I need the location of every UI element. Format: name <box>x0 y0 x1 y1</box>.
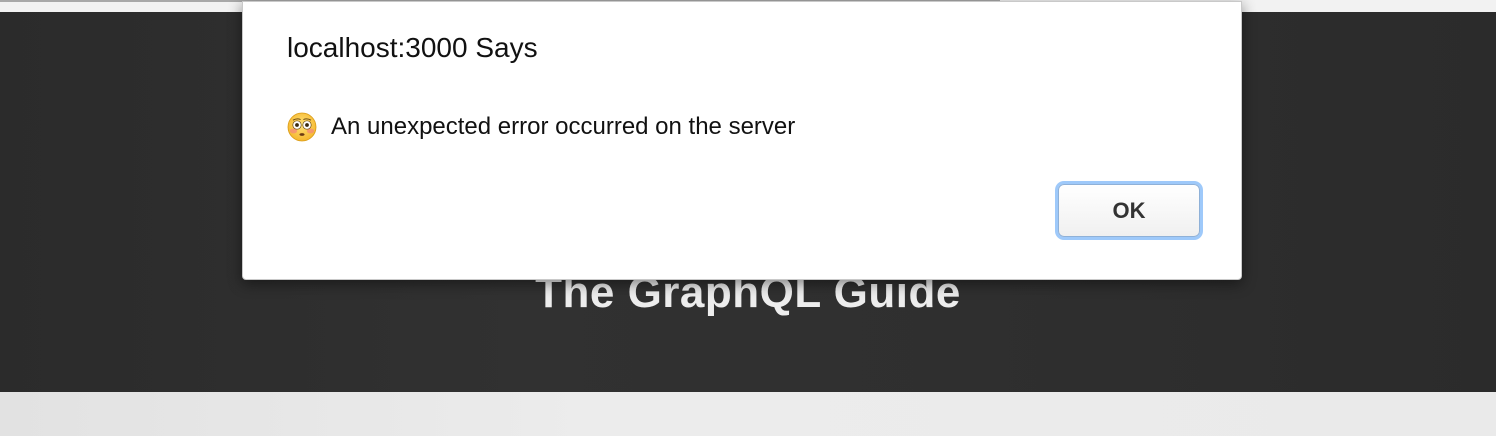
dialog-message-text: An unexpected error occurred on the serv… <box>331 113 796 140</box>
page-content-area <box>0 392 1496 436</box>
flushed-face-icon <box>287 112 317 142</box>
ok-button[interactable]: OK <box>1058 184 1200 237</box>
alert-dialog: localhost:3000 Says An unexpected error … <box>242 1 1242 280</box>
dialog-title: localhost:3000 Says <box>287 32 538 63</box>
dialog-message: An unexpected error occurred on the serv… <box>287 112 795 142</box>
